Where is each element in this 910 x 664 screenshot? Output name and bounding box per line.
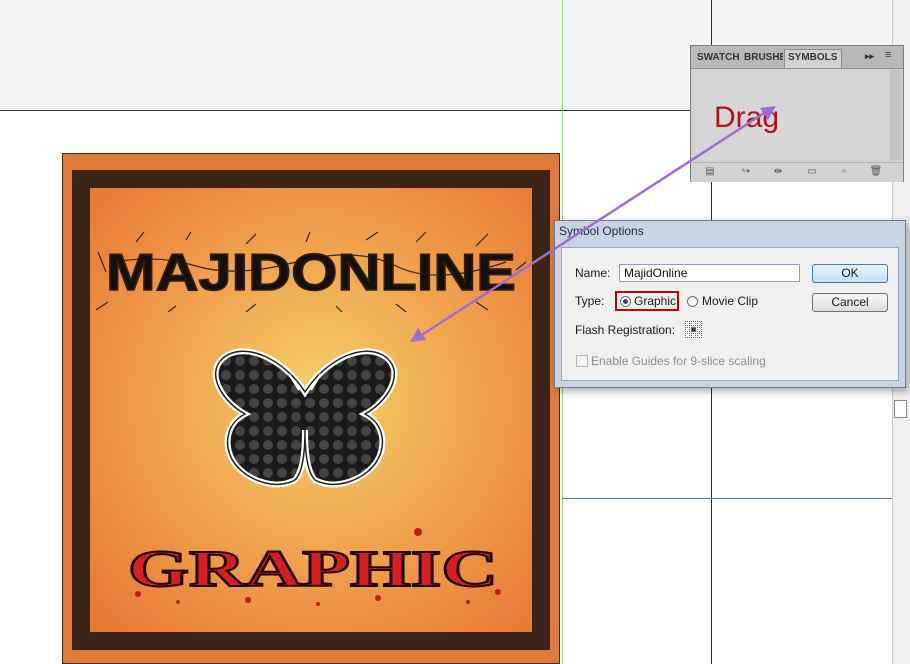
flash-registration-label: Flash Registration: — [575, 323, 676, 337]
graphic-radio-label[interactable]: Graphic — [634, 294, 676, 308]
tab-brushes[interactable]: BRUSHES — [741, 50, 783, 66]
graphic-title-art: GRAPHIC — [127, 528, 501, 606]
collapse-panel-icon[interactable]: ▸▸ — [865, 51, 874, 62]
symbol-options-dialog: Symbol Options Name: MajidOnline OK Canc… — [554, 220, 906, 388]
enable-9slice-label: Enable Guides for 9-slice scaling — [591, 354, 766, 368]
dialog-title: Symbol Options — [559, 224, 644, 238]
movie-clip-radio[interactable] — [687, 296, 698, 307]
majidonline-title-art: MAJIDONLINE — [96, 232, 526, 312]
type-label: Type: — [575, 294, 605, 308]
tab-swatches[interactable]: SWATCHES — [694, 50, 740, 66]
name-label: Name: — [575, 266, 611, 280]
drag-annotation: Drag — [714, 101, 780, 134]
panel-tab-bar: SWATCHES BRUSHES SYMBOLS ▸▸ ≡ — [691, 46, 903, 69]
break-link-icon[interactable]: ⇹ — [771, 166, 785, 178]
symbol-libraries-icon[interactable]: ▤ — [703, 166, 717, 178]
delete-symbol-icon[interactable]: 🗑 — [869, 166, 883, 178]
butterfly-art — [212, 348, 398, 488]
movie-clip-radio-label[interactable]: Movie Clip — [702, 294, 758, 308]
dialog-body: Name: MajidOnline OK Cancel Type: Graphi… — [561, 247, 899, 381]
new-symbol-icon[interactable]: ▫ — [837, 166, 851, 178]
ok-button[interactable]: OK — [812, 264, 888, 283]
scrollbar-thumb[interactable] — [894, 400, 907, 418]
tab-symbols[interactable]: SYMBOLS — [784, 49, 842, 68]
panel-menu-icon[interactable]: ≡ — [885, 49, 891, 61]
horizontal-guide[interactable] — [562, 498, 892, 499]
registration-point-grid[interactable] — [684, 320, 703, 339]
symbols-panel-footer: ▤ ↪ ⇹ ▭ ▫ 🗑 — [691, 162, 903, 182]
title-art-text: MAJIDONLINE — [106, 244, 516, 302]
graphic-art-text: GRAPHIC — [128, 541, 498, 598]
symbol-options-icon[interactable]: ▭ — [805, 166, 819, 178]
symbol-name-input[interactable]: MajidOnline — [619, 264, 800, 282]
symbols-list-scrollbar[interactable] — [890, 70, 901, 160]
graphic-radio[interactable] — [620, 296, 631, 307]
place-symbol-instance-icon[interactable]: ↪ — [739, 166, 753, 178]
enable-9slice-checkbox[interactable] — [576, 355, 588, 367]
cancel-button[interactable]: Cancel — [812, 293, 888, 312]
